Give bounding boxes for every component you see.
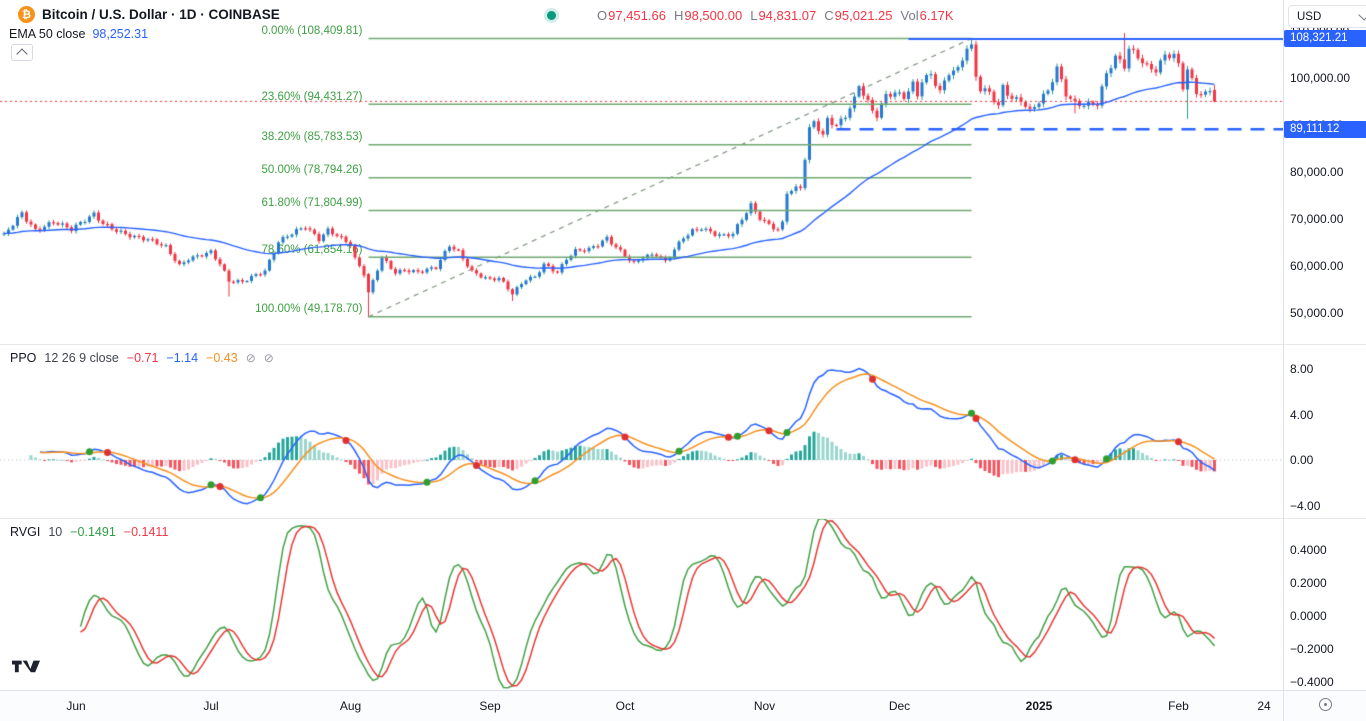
ppo-legend[interactable]: PPO 12 26 9 close −0.71 −1.14 −0.43 ⊘ ⊘ <box>10 351 274 365</box>
chevron-down-icon <box>1358 9 1366 20</box>
rvgi-axis-label: −0.2000 <box>1290 642 1334 656</box>
close-value: 95,021.25 <box>835 8 893 23</box>
symbol-header[interactable]: ₿ Bitcoin / U.S. Dollar · 1D · COINBASE <box>18 6 280 23</box>
low-label: L <box>750 8 757 23</box>
price-axis-label: 60,000.00 <box>1290 259 1343 273</box>
price-axis-border <box>1283 0 1284 721</box>
rvgi-pane[interactable] <box>0 519 1283 690</box>
ppo-line-value: −1.14 <box>166 351 198 365</box>
time-axis-label: Jul <box>181 699 241 713</box>
price-label-badge: 89,111.12 <box>1284 121 1366 138</box>
high-label: H <box>674 8 683 23</box>
time-axis-label: Aug <box>321 699 381 713</box>
ppo-title: PPO <box>10 351 36 365</box>
ema-value: 98,252.31 <box>92 27 148 41</box>
close-label: C <box>824 8 833 23</box>
ppo-pane[interactable] <box>0 345 1283 518</box>
open-value: 97,451.66 <box>608 8 666 23</box>
market-status-dot[interactable] <box>547 11 556 20</box>
price-axis-label: 50,000.00 <box>1290 306 1343 320</box>
rvgi-axis-label: 0.4000 <box>1290 543 1327 557</box>
currency-label: USD <box>1297 11 1321 23</box>
tradingview-chart: ₿ Bitcoin / U.S. Dollar · 1D · COINBASE … <box>0 0 1366 721</box>
disabled-circle-icon: ⊘ <box>264 351 274 365</box>
high-value: 98,500.00 <box>684 8 742 23</box>
price-axis-label: 80,000.00 <box>1290 165 1343 179</box>
tradingview-logo[interactable] <box>12 658 40 673</box>
ema-legend[interactable]: EMA 50 close 98,252.31 <box>9 27 148 41</box>
low-value: 94,831.07 <box>758 8 816 23</box>
main-price-pane[interactable] <box>0 0 1283 344</box>
pane-separator[interactable] <box>0 518 1366 519</box>
chevron-up-icon <box>16 48 27 59</box>
rvgi-legend[interactable]: RVGI 10 −0.1491 −0.1411 <box>10 525 168 539</box>
time-axis-label: Feb <box>1149 699 1209 713</box>
time-axis-label: Jun <box>46 699 106 713</box>
ppo-signal-value: −0.43 <box>206 351 238 365</box>
rvgi-value: −0.1491 <box>70 525 116 539</box>
ema-label: EMA 50 close <box>9 27 85 41</box>
time-axis-label: 24 <box>1234 699 1294 713</box>
currency-toggle-usd[interactable]: USD <box>1288 5 1366 28</box>
rvgi-params: 10 <box>48 525 62 539</box>
collapse-pane-button[interactable] <box>11 44 33 61</box>
bitcoin-icon: ₿ <box>18 6 35 23</box>
rvgi-axis-label: −0.4000 <box>1290 675 1334 689</box>
ohlc-values: O97,451.66 H98,500.00 L94,831.07 C95,021… <box>597 8 954 23</box>
time-axis-label: Oct <box>595 699 655 713</box>
ppo-axis-label: 0.00 <box>1290 453 1313 467</box>
volume-value: 6.17K <box>920 8 954 23</box>
ppo-axis-label: 8.00 <box>1290 362 1313 376</box>
timezone-clock-icon[interactable] <box>1319 698 1332 711</box>
time-axis-label: 2025 <box>1009 699 1069 713</box>
symbol-title[interactable]: Bitcoin / U.S. Dollar · 1D · COINBASE <box>42 7 280 22</box>
price-label-badge: 108,321.21 <box>1284 30 1366 47</box>
price-axis-label: 70,000.00 <box>1290 212 1343 226</box>
rvgi-axis-label: 0.0000 <box>1290 609 1327 623</box>
rvgi-title: RVGI <box>10 525 40 539</box>
pane-separator[interactable] <box>0 344 1366 345</box>
price-axis-label: 100,000.00 <box>1290 71 1350 85</box>
open-label: O <box>597 8 607 23</box>
disabled-circle-icon: ⊘ <box>246 351 256 365</box>
rvgi-axis-label: 0.2000 <box>1290 576 1327 590</box>
rvgi-signal-value: −0.1411 <box>124 525 169 539</box>
time-axis-label: Dec <box>870 699 930 713</box>
ppo-params: 12 26 9 close <box>44 351 118 365</box>
ppo-axis-label: 4.00 <box>1290 408 1313 422</box>
time-scale[interactable]: Jun Jul Aug Sep Oct Nov Dec 2025 Feb 24 <box>0 690 1366 721</box>
ppo-axis-label: −4.00 <box>1290 499 1320 513</box>
ppo-histogram-value: −0.71 <box>127 351 159 365</box>
time-axis-label: Nov <box>735 699 795 713</box>
volume-label: Vol <box>901 8 919 23</box>
time-axis-label: Sep <box>460 699 520 713</box>
